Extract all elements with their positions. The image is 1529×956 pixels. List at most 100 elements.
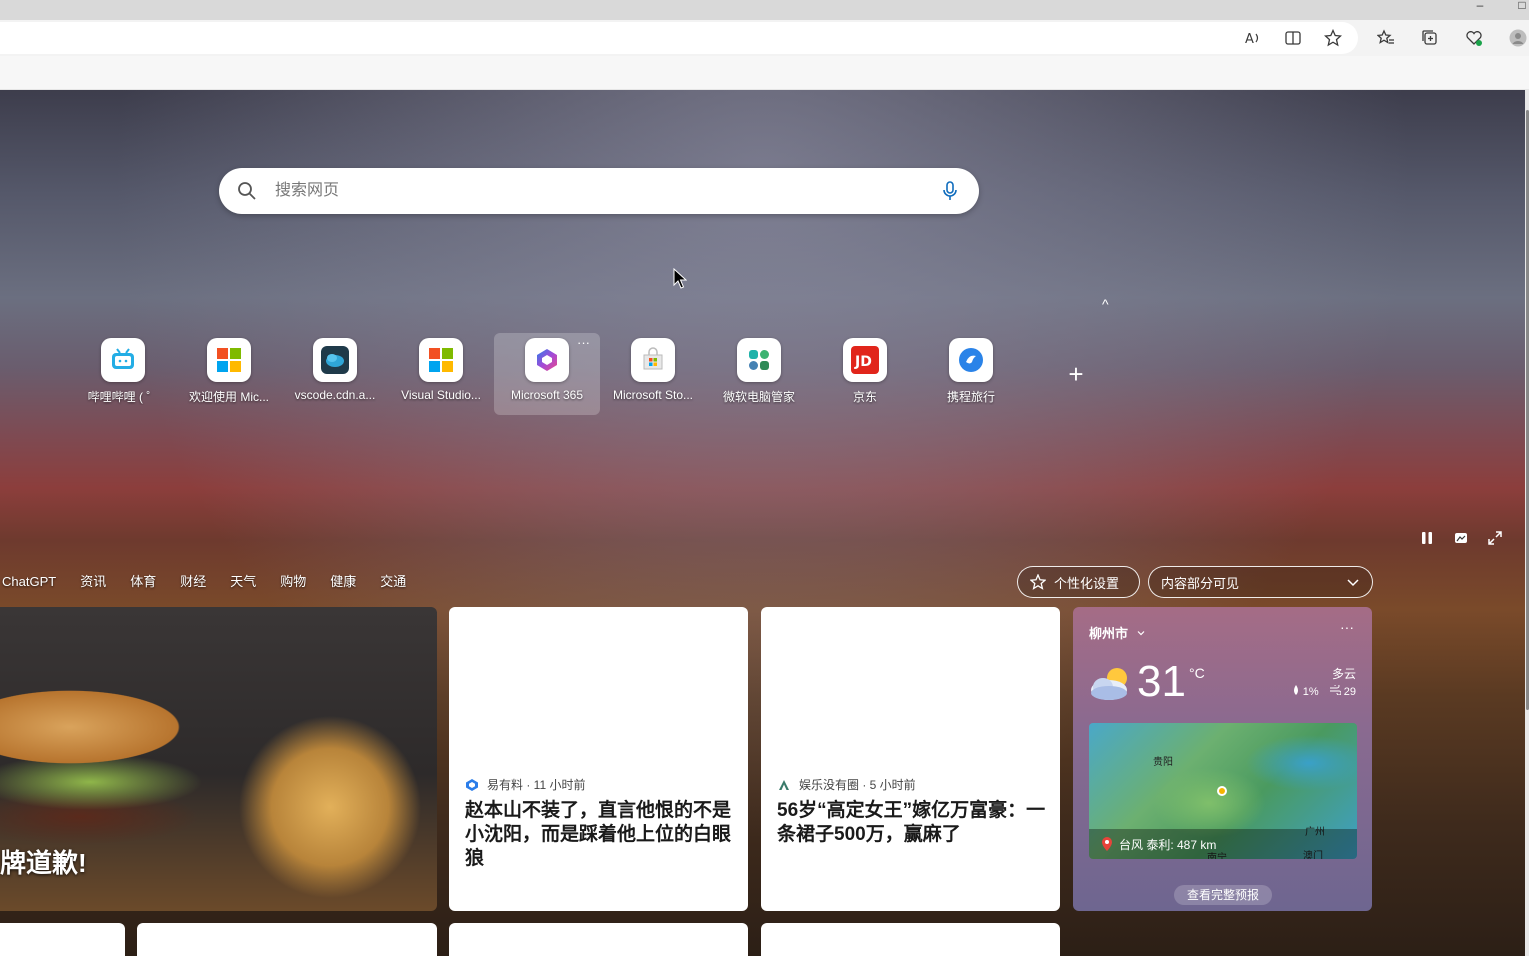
tab-sports[interactable]: 体育 (118, 570, 168, 594)
quick-link-vscode-cdn[interactable]: vscode.cdn.a... (282, 333, 388, 415)
news-source-text: 易有料 · 11 小时前 (487, 778, 586, 792)
search-box[interactable] (219, 168, 979, 214)
aqi-value: 29 (1343, 686, 1356, 698)
hero-news-title: 牌道歉! (0, 848, 87, 878)
quick-link-microsoft-store[interactable]: Microsoft Sto... (600, 333, 706, 415)
quick-link-visual-studio[interactable]: Visual Studio... (388, 333, 494, 415)
personalize-star-icon (1030, 574, 1046, 590)
weather-card[interactable]: 柳州市 ··· 31 °C 多云 1% 29 贵阳 广州 南宁 澳门 台风 泰利… (1073, 607, 1372, 911)
pause-background-icon[interactable] (1417, 528, 1437, 548)
fullscreen-icon[interactable] (1485, 528, 1505, 548)
news-source: 易有料 · 11 小时前 (465, 776, 585, 793)
search-input[interactable] (275, 168, 915, 214)
weather-map[interactable]: 贵阳 广州 南宁 澳门 台风 泰利: 487 km (1089, 723, 1357, 859)
partly-cloudy-icon (1091, 668, 1127, 700)
add-quick-link-button[interactable]: + (1064, 361, 1088, 387)
map-pin-icon (1102, 837, 1112, 851)
collections-icon[interactable] (1418, 26, 1442, 50)
weather-unit[interactable]: °C (1189, 665, 1205, 681)
tab-finance[interactable]: 财经 (168, 570, 218, 594)
typhoon-alert[interactable]: 台风 泰利: 487 km (1089, 829, 1357, 859)
maximize-button[interactable]: □ (1512, 0, 1529, 20)
quick-link-ctrip[interactable]: 携程旅行 (918, 333, 1024, 415)
tab-health[interactable]: 健康 (318, 570, 368, 594)
chevron-down-icon (1347, 579, 1359, 587)
collapse-chevron-icon[interactable]: ^ (1102, 297, 1118, 311)
news-card[interactable]: 易有料 · 11 小时前 赵本山不装了，直言他恨的不是小沈阳，而是踩着他上位的白… (449, 607, 748, 911)
typhoon-text: 台风 泰利: 487 km (1119, 837, 1217, 852)
tab-chatgpt[interactable]: ChatGPT (0, 570, 68, 594)
news-source: 娱乐没有圈 · 5 小时前 (777, 776, 916, 793)
address-bar[interactable] (0, 22, 1358, 54)
raindrop-icon (1293, 685, 1298, 695)
weather-city: 柳州市 (1089, 626, 1129, 641)
precipitation-stat: 1% (1292, 685, 1319, 698)
weather-temperature: 31 (1137, 657, 1186, 706)
bilibili-icon (101, 338, 145, 382)
quick-link-welcome-microsoft[interactable]: 欢迎使用 Mic... (176, 333, 282, 415)
source-logo-icon (779, 779, 789, 790)
browser-essentials-icon[interactable] (1462, 26, 1486, 50)
new-tab-page-background: ^ 哔哩哔哩 ( ゜ 欢迎使用 Mic... vscode.cdn.a... V… (0, 90, 1525, 956)
weather-condition: 多云 (1331, 667, 1356, 681)
quick-link-label: 微软电脑管家 (722, 390, 795, 404)
content-visibility-value: 内容部分可见 (1161, 575, 1240, 591)
content-visibility-select[interactable]: 内容部分可见 (1148, 566, 1373, 598)
tile-more-options-icon[interactable]: ··· (577, 335, 590, 350)
precipitation-value: 1% (1302, 686, 1319, 698)
microsoft-store-icon (631, 338, 675, 382)
tab-shopping[interactable]: 购物 (268, 570, 318, 594)
window-titlebar: – □ (0, 0, 1529, 20)
quick-link-jd[interactable]: JD 京东 (812, 333, 918, 415)
weather-stats: 1% 29 (1292, 683, 1356, 698)
microphone-icon[interactable] (939, 180, 961, 202)
tab-weather[interactable]: 天气 (218, 570, 268, 594)
microsoft-logo-icon (207, 338, 251, 382)
news-card-stub[interactable] (0, 923, 125, 956)
news-title[interactable]: 56岁“高定女王”嫁亿万富豪：一条裙子500万，赢麻了 (777, 799, 1047, 847)
air-quality-icon (1329, 683, 1342, 696)
microsoft-logo-icon (419, 338, 463, 382)
minimize-button[interactable]: – (1470, 0, 1490, 20)
quick-link-label: Visual Studio... (401, 388, 481, 402)
pc-manager-icon (737, 338, 781, 382)
microsoft-365-icon (525, 338, 569, 382)
background-info-icon[interactable] (1451, 528, 1471, 548)
news-source-text: 娱乐没有圈 · 5 小时前 (799, 778, 916, 792)
location-marker-icon (1217, 786, 1227, 796)
news-card[interactable]: 娱乐没有圈 · 5 小时前 56岁“高定女王”嫁亿万富豪：一条裙子500万，赢麻… (761, 607, 1060, 911)
read-aloud-icon[interactable]: A (1241, 26, 1265, 50)
quick-link-label: vscode.cdn.a... (294, 388, 376, 402)
personalize-label: 个性化设置 (1054, 575, 1120, 591)
quick-link-bilibili[interactable]: 哔哩哔哩 ( ゜ (70, 333, 176, 415)
personalize-button[interactable]: 个性化设置 (1017, 566, 1140, 598)
search-icon[interactable] (237, 181, 257, 201)
source-logo-icon (466, 778, 478, 791)
split-screen-icon[interactable] (1281, 26, 1305, 50)
hero-news-card[interactable]: 牌道歉! (0, 607, 437, 911)
weather-more-options-icon[interactable]: ··· (1340, 619, 1354, 635)
news-card-stub[interactable] (761, 923, 1060, 956)
quick-link-pc-manager[interactable]: 微软电脑管家 (706, 333, 812, 415)
add-favorite-icon[interactable] (1321, 26, 1345, 50)
quick-link-microsoft-365[interactable]: ··· Microsoft 365 (494, 333, 600, 415)
tab-news[interactable]: 资讯 (68, 570, 118, 594)
svg-text:A: A (1245, 32, 1254, 47)
favorites-bar (0, 56, 1529, 90)
profile-avatar-icon[interactable] (1506, 26, 1529, 50)
chevron-down-icon (1137, 631, 1145, 636)
tab-traffic[interactable]: 交通 (368, 570, 418, 594)
favorites-icon[interactable] (1374, 26, 1398, 50)
quick-link-label: 哔哩哔哩 ( ゜ (87, 390, 159, 404)
news-card-stub[interactable] (137, 923, 437, 956)
quick-link-label: Microsoft Sto... (612, 388, 694, 402)
quick-link-label: 携程旅行 (946, 390, 995, 404)
mouse-cursor-icon (673, 268, 687, 289)
weather-city-selector[interactable]: 柳州市 (1089, 623, 1146, 642)
full-forecast-button[interactable]: 查看完整预报 (1174, 885, 1272, 905)
news-title[interactable]: 赵本山不装了，直言他恨的不是小沈阳，而是踩着他上位的白眼狼 (465, 799, 735, 871)
aqi-stat: 29 (1329, 683, 1356, 698)
quick-link-label: Microsoft 365 (510, 388, 584, 402)
news-card-stub[interactable] (449, 923, 748, 956)
feed-nav-tabs: ChatGPT 资讯 体育 财经 天气 购物 健康 交通 (0, 570, 418, 594)
